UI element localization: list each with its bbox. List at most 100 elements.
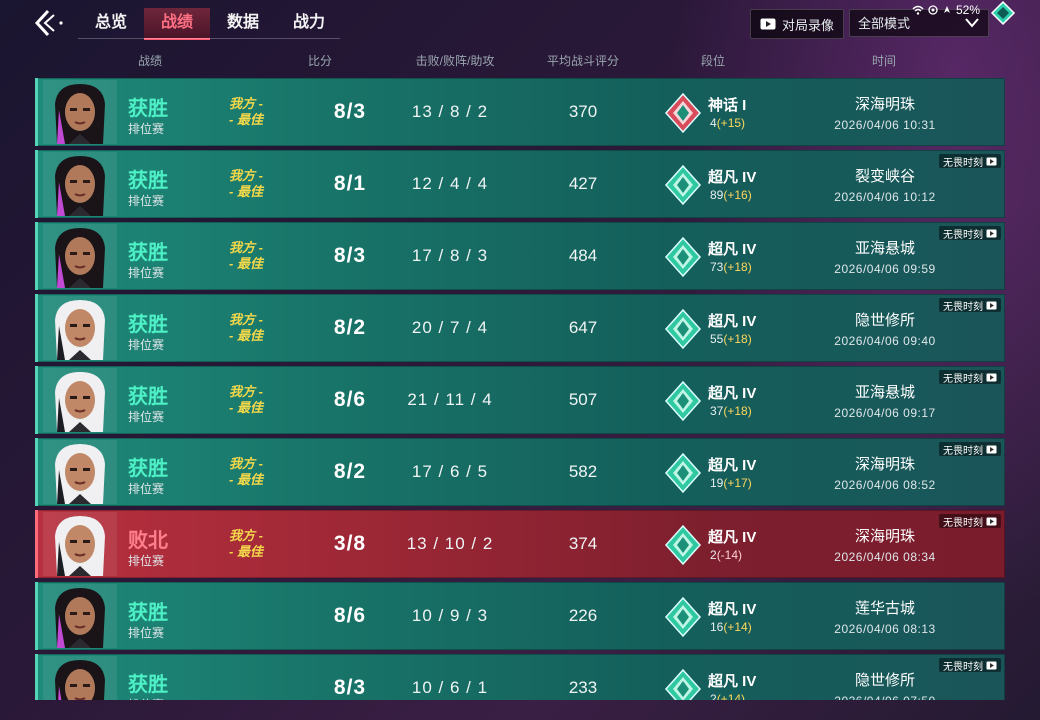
fearless-moment-badge[interactable]: 无畏时刻 bbox=[939, 442, 1001, 457]
match-kda: 17 / 8 / 3 bbox=[411, 246, 489, 265]
target-icon bbox=[928, 5, 938, 15]
header-kda: 击败/败阵/助攻 bbox=[415, 54, 495, 68]
match-row[interactable]: 获胜 排位赛 我方 - - 最佳 8/2 20 / 7 / 4 647 超凡 I… bbox=[35, 294, 1005, 362]
match-row[interactable]: 获胜 排位赛 我方 - - 最佳 8/2 17 / 6 / 5 582 超凡 I… bbox=[35, 438, 1005, 506]
map-name: 深海明珠 bbox=[854, 96, 915, 113]
tabs-divider bbox=[78, 38, 340, 39]
fearless-moment-badge[interactable]: 无畏时刻 bbox=[939, 298, 1001, 313]
match-score: 8/6 bbox=[333, 388, 367, 411]
match-result: 获胜 bbox=[128, 386, 168, 408]
match-row[interactable]: 获胜 排位赛 我方 - - 最佳 8/3 13 / 8 / 2 370 神话 I… bbox=[35, 78, 1005, 146]
result-edge bbox=[35, 438, 38, 506]
match-row[interactable]: 获胜 排位赛 我方 - - 最佳 8/6 21 / 11 / 4 507 超凡 … bbox=[35, 366, 1005, 434]
fearless-moment-badge[interactable]: 无畏时刻 bbox=[939, 226, 1001, 241]
mvp-label: 我方 - - 最佳 bbox=[229, 96, 263, 128]
rank-emblem-icon bbox=[664, 165, 702, 205]
tab-bar: 总览 战绩 数据 战力 bbox=[78, 8, 342, 40]
rank-name: 超凡 IV bbox=[708, 385, 757, 402]
mvp-line-1: 我方 - bbox=[229, 384, 263, 399]
match-kda: 10 / 6 / 1 bbox=[411, 678, 489, 697]
match-score: 8/6 bbox=[333, 604, 367, 627]
mvp-line-1: 我方 - bbox=[229, 168, 263, 183]
match-row[interactable]: 获胜 排位赛 8/3 10 / 6 / 1 233 超凡 IV 2(+14) 隐… bbox=[35, 654, 1005, 700]
match-time: 2026/04/06 09:40 bbox=[834, 334, 936, 348]
fearless-moment-badge[interactable]: 无畏时刻 bbox=[939, 658, 1001, 673]
header-rating: 平均战斗评分 bbox=[546, 54, 620, 68]
match-mode: 排位赛 bbox=[128, 554, 165, 568]
result-edge bbox=[35, 582, 38, 650]
fearless-moment-badge[interactable]: 无畏时刻 bbox=[939, 370, 1001, 385]
result-edge bbox=[35, 294, 38, 362]
rank-emblem-icon bbox=[664, 237, 702, 277]
match-score: 8/2 bbox=[333, 460, 367, 483]
replay-button[interactable]: 对局录像 bbox=[750, 9, 844, 39]
rank-points: 2(-14) bbox=[710, 548, 743, 562]
match-rating: 370 bbox=[568, 102, 598, 121]
fearless-moment-badge[interactable]: 无畏时刻 bbox=[939, 514, 1001, 529]
video-icon bbox=[986, 229, 997, 237]
match-mode: 排位赛 bbox=[128, 122, 165, 136]
hero-avatar bbox=[43, 368, 117, 432]
match-row[interactable]: 获胜 排位赛 我方 - - 最佳 8/1 12 / 4 / 4 427 超凡 I… bbox=[35, 150, 1005, 218]
video-icon bbox=[986, 157, 997, 165]
header-time: 时间 bbox=[871, 54, 897, 68]
match-rating: 582 bbox=[568, 462, 598, 481]
top-bar: 总览 战绩 数据 战力 对局录像 全部模式 52% bbox=[0, 0, 1040, 44]
video-icon bbox=[986, 301, 997, 309]
back-button[interactable] bbox=[30, 6, 66, 40]
mvp-line-1: 我方 - bbox=[229, 528, 263, 543]
match-row[interactable]: 获胜 排位赛 8/6 10 / 9 / 3 226 超凡 IV 16(+14) … bbox=[35, 582, 1005, 650]
fearless-moment-badge[interactable]: 无畏时刻 bbox=[939, 154, 1001, 169]
match-rating: 507 bbox=[568, 390, 598, 409]
result-edge bbox=[35, 510, 38, 578]
rank-emblem-icon bbox=[664, 453, 702, 493]
tab-power[interactable]: 战力 bbox=[276, 8, 342, 38]
result-edge bbox=[35, 654, 38, 700]
match-score: 8/2 bbox=[333, 316, 367, 339]
match-time: 2026/04/06 10:12 bbox=[834, 190, 936, 204]
match-score: 8/3 bbox=[333, 244, 367, 267]
mvp-label: 我方 - - 最佳 bbox=[229, 240, 263, 272]
rank-emblem-icon bbox=[664, 525, 702, 565]
match-kda: 10 / 9 / 3 bbox=[411, 606, 489, 625]
battery-text: 52% bbox=[956, 3, 981, 17]
match-score: 8/3 bbox=[333, 676, 367, 699]
match-kda: 12 / 4 / 4 bbox=[411, 174, 489, 193]
result-edge bbox=[35, 78, 38, 146]
match-result: 获胜 bbox=[128, 314, 168, 336]
mvp-label: 我方 - - 最佳 bbox=[229, 384, 263, 416]
match-kda: 21 / 11 / 4 bbox=[407, 390, 493, 409]
hero-avatar bbox=[43, 584, 117, 648]
header-rank: 段位 bbox=[700, 54, 726, 68]
rank-points: 19(+17) bbox=[710, 476, 752, 490]
match-time: 2026/04/06 08:13 bbox=[834, 622, 936, 636]
mvp-label: 我方 - - 最佳 bbox=[229, 312, 263, 344]
hero-avatar bbox=[43, 656, 117, 700]
hero-avatar bbox=[43, 152, 117, 216]
rank-emblem-icon bbox=[664, 597, 702, 637]
match-score: 8/3 bbox=[333, 100, 367, 123]
replay-label: 对局录像 bbox=[781, 17, 834, 33]
tab-data[interactable]: 数据 bbox=[210, 8, 276, 38]
chevron-down-icon bbox=[965, 18, 979, 28]
match-result: 获胜 bbox=[128, 674, 168, 696]
hero-avatar bbox=[43, 296, 117, 360]
tab-records[interactable]: 战绩 bbox=[144, 8, 210, 40]
rank-points: 4(+15) bbox=[710, 116, 746, 130]
match-result: 获胜 bbox=[128, 242, 168, 264]
match-rating: 374 bbox=[568, 534, 598, 553]
rank-points: 16(+14) bbox=[710, 620, 752, 634]
rocket-icon bbox=[944, 6, 950, 13]
match-row[interactable]: 获胜 排位赛 我方 - - 最佳 8/3 17 / 8 / 3 484 超凡 I… bbox=[35, 222, 1005, 290]
match-mode: 排位赛 bbox=[128, 194, 165, 208]
match-row[interactable]: 败北 排位赛 我方 - - 最佳 3/8 13 / 10 / 2 374 超凡 … bbox=[35, 510, 1005, 578]
match-kda: 13 / 8 / 2 bbox=[411, 102, 489, 121]
video-icon bbox=[986, 661, 997, 669]
mvp-label: 我方 - - 最佳 bbox=[229, 456, 263, 488]
mvp-line-2: - 最佳 bbox=[229, 400, 263, 415]
tab-overview[interactable]: 总览 bbox=[78, 8, 144, 38]
match-mode: 排位赛 bbox=[128, 696, 164, 700]
status-indicators: 52% bbox=[912, 3, 980, 17]
rank-emblem-icon bbox=[664, 381, 702, 421]
match-rating: 233 bbox=[568, 678, 598, 697]
